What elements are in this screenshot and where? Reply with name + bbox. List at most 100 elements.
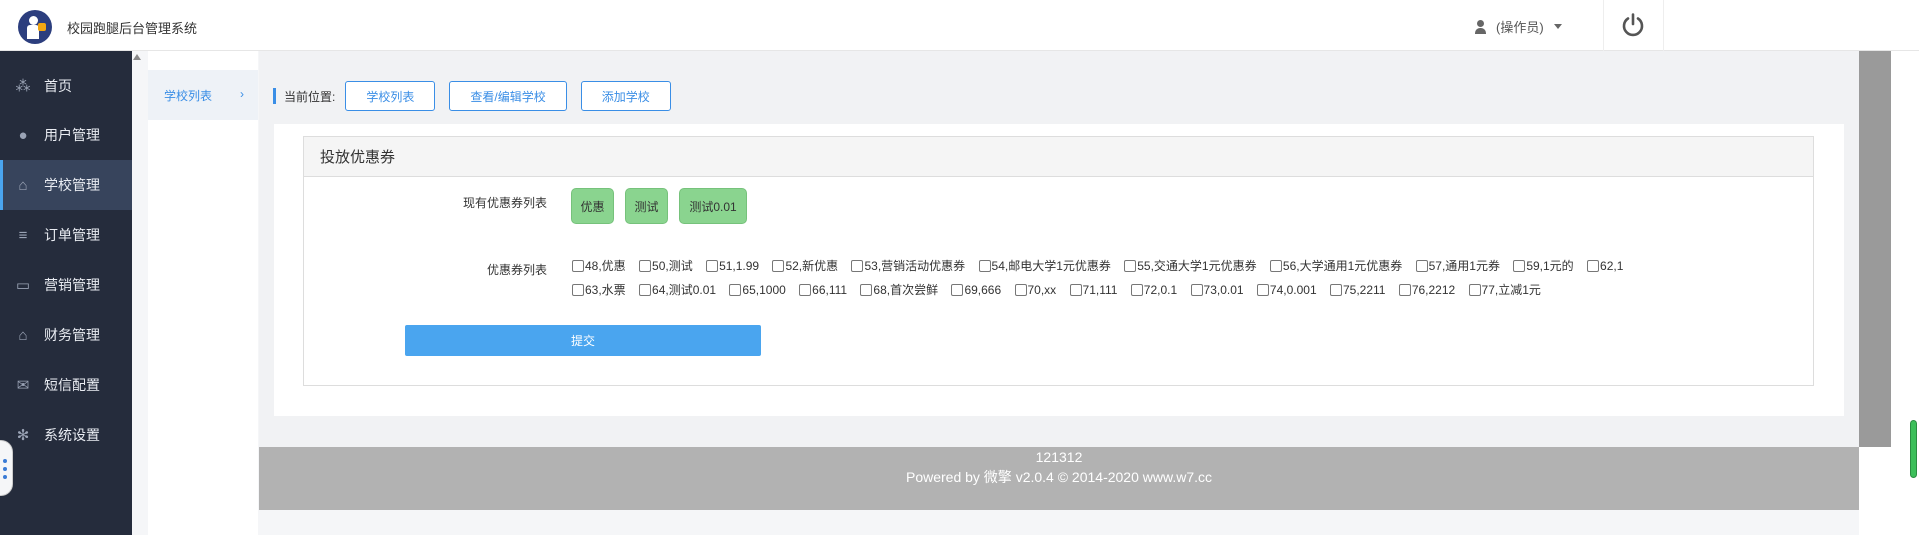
sidebar-item-label: 短信配置 bbox=[44, 377, 100, 393]
user-icon bbox=[1474, 19, 1488, 34]
existing-coupon-tag: 测试 bbox=[625, 188, 668, 224]
app-title: 校园跑腿后台管理系统 bbox=[67, 21, 198, 36]
coupon-checkbox[interactable]: 77,立减1元 bbox=[1468, 279, 1541, 301]
sidebar-item-schools[interactable]: ⌂ 学校管理 bbox=[0, 160, 132, 210]
coupon-checkbox[interactable]: 75,2211 bbox=[1329, 279, 1385, 301]
sidebar-item-settings[interactable]: ✻ 系统设置 bbox=[0, 410, 132, 460]
checkbox-icon[interactable] bbox=[1269, 260, 1282, 272]
checkbox-icon[interactable] bbox=[978, 260, 991, 272]
sidebar-item-orders[interactable]: ≡ 订单管理 bbox=[0, 210, 132, 260]
sub-navigation: 学校列表 › bbox=[148, 51, 258, 535]
coupon-checkbox[interactable]: 59,1元的 bbox=[1513, 255, 1574, 277]
school-list-button[interactable]: 学校列表 bbox=[345, 81, 436, 111]
coupon-checkbox[interactable]: 55,交通大学1元优惠券 bbox=[1124, 255, 1257, 277]
coupon-checkbox[interactable]: 48,优惠 bbox=[572, 255, 626, 277]
header-divider bbox=[1663, 0, 1664, 51]
checkbox-icon[interactable] bbox=[572, 284, 584, 296]
app-logo[interactable] bbox=[18, 10, 52, 44]
coupon-checkbox[interactable]: 53,营销活动优惠券 bbox=[851, 255, 965, 277]
right-scroll-track[interactable] bbox=[1859, 51, 1891, 447]
coupon-checkbox[interactable]: 50,测试 bbox=[639, 255, 693, 277]
power-icon[interactable] bbox=[1620, 12, 1646, 38]
checkbox-icon[interactable] bbox=[639, 260, 652, 272]
coupon-checkbox[interactable]: 54,邮电大学1元优惠券 bbox=[978, 255, 1111, 277]
checkbox-icon[interactable] bbox=[860, 284, 873, 296]
checkbox-icon[interactable] bbox=[1256, 284, 1269, 296]
coupon-checkbox[interactable]: 74,0.001 bbox=[1256, 279, 1317, 301]
coupon-checkbox[interactable]: 68,首次尝鲜 bbox=[860, 279, 938, 301]
checkbox-icon[interactable] bbox=[1130, 284, 1143, 296]
user-role-label: (操作员) bbox=[1496, 20, 1544, 35]
chevron-right-icon: › bbox=[240, 87, 244, 101]
view-edit-school-button[interactable]: 查看/编辑学校 bbox=[449, 81, 567, 111]
bottom-strip bbox=[259, 510, 1859, 535]
coupon-checkbox[interactable]: 63,水票 bbox=[572, 279, 626, 301]
checkbox-icon[interactable] bbox=[1415, 260, 1428, 272]
existing-coupon-tag: 优惠 bbox=[571, 188, 614, 224]
checkbox-icon[interactable] bbox=[706, 260, 719, 272]
checkbox-icon[interactable] bbox=[1124, 260, 1137, 272]
checkbox-icon[interactable] bbox=[772, 260, 785, 272]
money-icon: ▭ bbox=[15, 277, 31, 294]
coupon-checkbox[interactable]: 52,新优惠 bbox=[772, 255, 838, 277]
checkbox-icon[interactable] bbox=[1587, 260, 1600, 272]
coupon-checkbox[interactable]: 69,666 bbox=[951, 279, 1001, 301]
subnav-item-school-list[interactable]: 学校列表 › bbox=[148, 70, 258, 120]
coupon-checkbox[interactable]: 57,通用1元券 bbox=[1415, 255, 1500, 277]
sidebar-item-label: 用户管理 bbox=[44, 127, 100, 143]
coupon-checkbox[interactable]: 56,大学通用1元优惠券 bbox=[1269, 255, 1402, 277]
sidebar-item-label: 学校管理 bbox=[44, 177, 100, 193]
checkbox-icon[interactable] bbox=[1513, 260, 1526, 272]
sidebar-item-label: 财务管理 bbox=[44, 327, 100, 343]
sidebar-item-label: 系统设置 bbox=[44, 427, 100, 443]
checkbox-icon[interactable] bbox=[1014, 284, 1027, 296]
top-header: 校园跑腿后台管理系统 (操作员) bbox=[0, 0, 1919, 51]
sidebar-toggle-handle[interactable] bbox=[0, 440, 13, 496]
coupon-checkbox[interactable]: 66,111 bbox=[799, 279, 847, 301]
sidebar-item-label: 订单管理 bbox=[44, 227, 100, 243]
add-school-button[interactable]: 添加学校 bbox=[580, 81, 671, 111]
bank-icon: ⌂ bbox=[18, 326, 28, 344]
checkbox-icon[interactable] bbox=[1398, 284, 1411, 296]
coupon-checkbox[interactable]: 62,1 bbox=[1587, 255, 1623, 277]
checkbox-icon[interactable] bbox=[951, 284, 964, 296]
coupon-checkbox[interactable]: 71,111 bbox=[1069, 279, 1117, 301]
coupon-checkbox[interactable]: 72,0.1 bbox=[1130, 279, 1177, 301]
coupon-checkbox[interactable]: 64,测试0.01 bbox=[639, 279, 716, 301]
checkbox-icon[interactable] bbox=[1329, 284, 1342, 296]
scroll-indicator[interactable] bbox=[1910, 420, 1917, 478]
scroll-up-arrow-icon[interactable] bbox=[133, 54, 141, 60]
sidebar-item-users[interactable]: ● 用户管理 bbox=[0, 110, 132, 160]
sidebar: ⁂ 首页 ● 用户管理 ⌂ 学校管理 ≡ 订单管理 ▭ 营销管理 ⌂ 财务管理 … bbox=[0, 51, 132, 535]
caret-down-icon bbox=[1553, 24, 1562, 29]
checkbox-icon[interactable] bbox=[799, 284, 812, 296]
checkbox-icon[interactable] bbox=[1069, 284, 1082, 296]
sidebar-item-sms[interactable]: ✉ 短信配置 bbox=[0, 360, 132, 410]
coupon-checkbox[interactable]: 70,xx bbox=[1014, 279, 1056, 301]
sidebar-item-home[interactable]: ⁂ 首页 bbox=[0, 61, 132, 111]
bank-icon: ⌂ bbox=[18, 176, 28, 194]
envelope-icon: ✉ bbox=[16, 377, 30, 394]
checkbox-icon[interactable] bbox=[572, 260, 584, 272]
checkbox-icon[interactable] bbox=[851, 260, 864, 272]
checkbox-icon[interactable] bbox=[729, 284, 742, 296]
sidebar-item-label: 营销管理 bbox=[44, 277, 100, 293]
checkbox-icon[interactable] bbox=[1468, 284, 1481, 296]
coupon-checkbox[interactable]: 51,1.99 bbox=[706, 255, 759, 277]
user-menu[interactable]: (操作员) bbox=[1474, 17, 1562, 36]
checkbox-icon[interactable] bbox=[1190, 284, 1203, 296]
coupon-checkbox[interactable]: 65,1000 bbox=[729, 279, 786, 301]
coupon-list-label: 优惠券列表 bbox=[486, 263, 547, 277]
existing-coupons-label: 现有优惠券列表 bbox=[462, 196, 547, 210]
coupon-checkbox[interactable]: 73,0.01 bbox=[1190, 279, 1244, 301]
breadcrumb: 当前位置: 学校列表 查看/编辑学校 添加学校 bbox=[273, 81, 685, 111]
sidebar-item-finance[interactable]: ⌂ 财务管理 bbox=[0, 310, 132, 360]
checkbox-icon[interactable] bbox=[639, 284, 652, 296]
breadcrumb-marker bbox=[273, 88, 276, 104]
card-title: 投放优惠券 bbox=[304, 137, 1813, 177]
sidebar-item-marketing[interactable]: ▭ 营销管理 bbox=[0, 260, 132, 310]
coupon-checkbox[interactable]: 76,2212 bbox=[1398, 279, 1455, 301]
submit-button[interactable]: 提交 bbox=[405, 325, 761, 356]
list-icon: ≡ bbox=[18, 226, 28, 244]
subnav-item-label: 学校列表 bbox=[164, 88, 213, 103]
